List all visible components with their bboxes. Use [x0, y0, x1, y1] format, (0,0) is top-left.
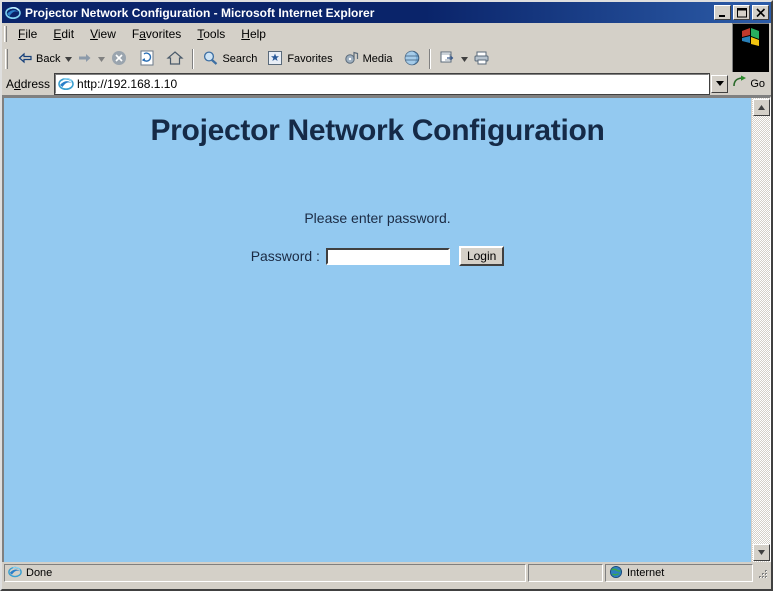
menu-bar: File Edit View Favorites Tools Help — [2, 23, 771, 72]
media-label: Media — [362, 53, 393, 65]
go-button[interactable]: Go — [730, 73, 771, 94]
web-page: Projector Network Configuration Please e… — [4, 98, 751, 562]
history-globe-icon — [403, 49, 421, 70]
back-button[interactable]: Back — [12, 48, 65, 71]
forward-button[interactable] — [72, 48, 98, 71]
login-button[interactable]: Login — [458, 246, 505, 266]
menu-item-view[interactable]: View — [82, 24, 124, 44]
printer-icon — [473, 50, 491, 69]
menu-item-favorites[interactable]: Favorites — [124, 24, 189, 44]
toolbar-drag-grip[interactable] — [5, 49, 8, 69]
scroll-down-button[interactable] — [753, 544, 770, 561]
stop-icon — [110, 49, 128, 70]
menu-drag-grip[interactable] — [4, 26, 7, 42]
address-label: Address — [6, 76, 51, 91]
search-label: Search — [222, 53, 258, 65]
menu-item-file[interactable]: File — [10, 24, 45, 44]
page-icon — [58, 76, 74, 92]
address-input[interactable]: http://192.168.1.10 — [77, 77, 708, 91]
stop-button[interactable] — [105, 46, 133, 73]
window-title: Projector Network Configuration - Micros… — [25, 5, 375, 20]
resize-grip[interactable] — [755, 565, 769, 581]
refresh-button[interactable] — [133, 46, 161, 73]
minimize-button[interactable] — [714, 5, 731, 20]
toolbar-separator-1 — [192, 49, 195, 69]
forward-arrow-icon — [77, 51, 93, 68]
title-bar: Projector Network Configuration - Micros… — [2, 2, 771, 23]
go-arrow-icon — [733, 75, 748, 92]
maximize-button[interactable] — [733, 5, 750, 20]
password-input[interactable] — [325, 247, 450, 265]
status-progress-panel — [528, 564, 603, 582]
globe-icon — [609, 565, 623, 582]
ie-document-icon — [5, 4, 21, 21]
favorites-label: Favorites — [287, 53, 333, 65]
history-button[interactable] — [398, 46, 426, 73]
address-dropdown-button[interactable] — [711, 74, 729, 93]
close-button[interactable] — [752, 5, 769, 20]
navigation-toolbar: Back Search Favorites Media — [2, 46, 771, 72]
mail-button[interactable] — [434, 47, 461, 72]
forward-history-dropdown[interactable] — [98, 49, 106, 69]
status-bar: Done Internet — [2, 562, 771, 584]
star-icon — [267, 50, 284, 69]
status-text: Done — [26, 567, 53, 579]
page-title: Projector Network Configuration — [150, 114, 605, 147]
favorites-button[interactable]: Favorites — [262, 47, 337, 72]
refresh-icon — [138, 49, 156, 70]
content-area: Projector Network Configuration Please e… — [2, 96, 771, 562]
back-arrow-icon — [17, 51, 33, 68]
ie-animated-logo — [732, 23, 769, 72]
go-label: Go — [750, 77, 765, 90]
home-button[interactable] — [161, 46, 189, 73]
back-label: Back — [36, 53, 61, 65]
menu-item-edit[interactable]: Edit — [45, 24, 82, 44]
window-controls — [714, 5, 769, 20]
toolbar-separator-2 — [428, 49, 431, 69]
status-message-panel: Done — [4, 564, 526, 582]
media-icon — [343, 50, 360, 69]
print-button[interactable] — [468, 47, 496, 72]
media-button[interactable]: Media — [338, 47, 398, 72]
security-zone-panel[interactable]: Internet — [605, 564, 753, 582]
security-zone-text: Internet — [627, 567, 665, 579]
address-bar: Address http://192.168.1.10 Go — [2, 72, 771, 96]
mail-icon — [439, 50, 456, 69]
address-input-wrapper[interactable]: http://192.168.1.10 — [54, 72, 711, 95]
password-label: Password : — [250, 248, 320, 264]
search-button[interactable]: Search — [197, 47, 262, 72]
back-history-dropdown[interactable] — [65, 49, 73, 69]
home-icon — [166, 49, 185, 70]
vertical-scrollbar[interactable] — [751, 98, 770, 562]
password-prompt: Please enter password. — [304, 210, 451, 226]
browser-window: Projector Network Configuration - Micros… — [0, 0, 773, 591]
scroll-up-button[interactable] — [753, 99, 770, 116]
login-form: Password : Login — [4, 246, 751, 266]
status-ie-icon — [8, 565, 22, 582]
menu-item-tools[interactable]: Tools — [189, 24, 233, 44]
search-icon — [202, 50, 219, 69]
mail-dropdown[interactable] — [460, 49, 468, 69]
menu-item-help[interactable]: Help — [233, 24, 274, 44]
